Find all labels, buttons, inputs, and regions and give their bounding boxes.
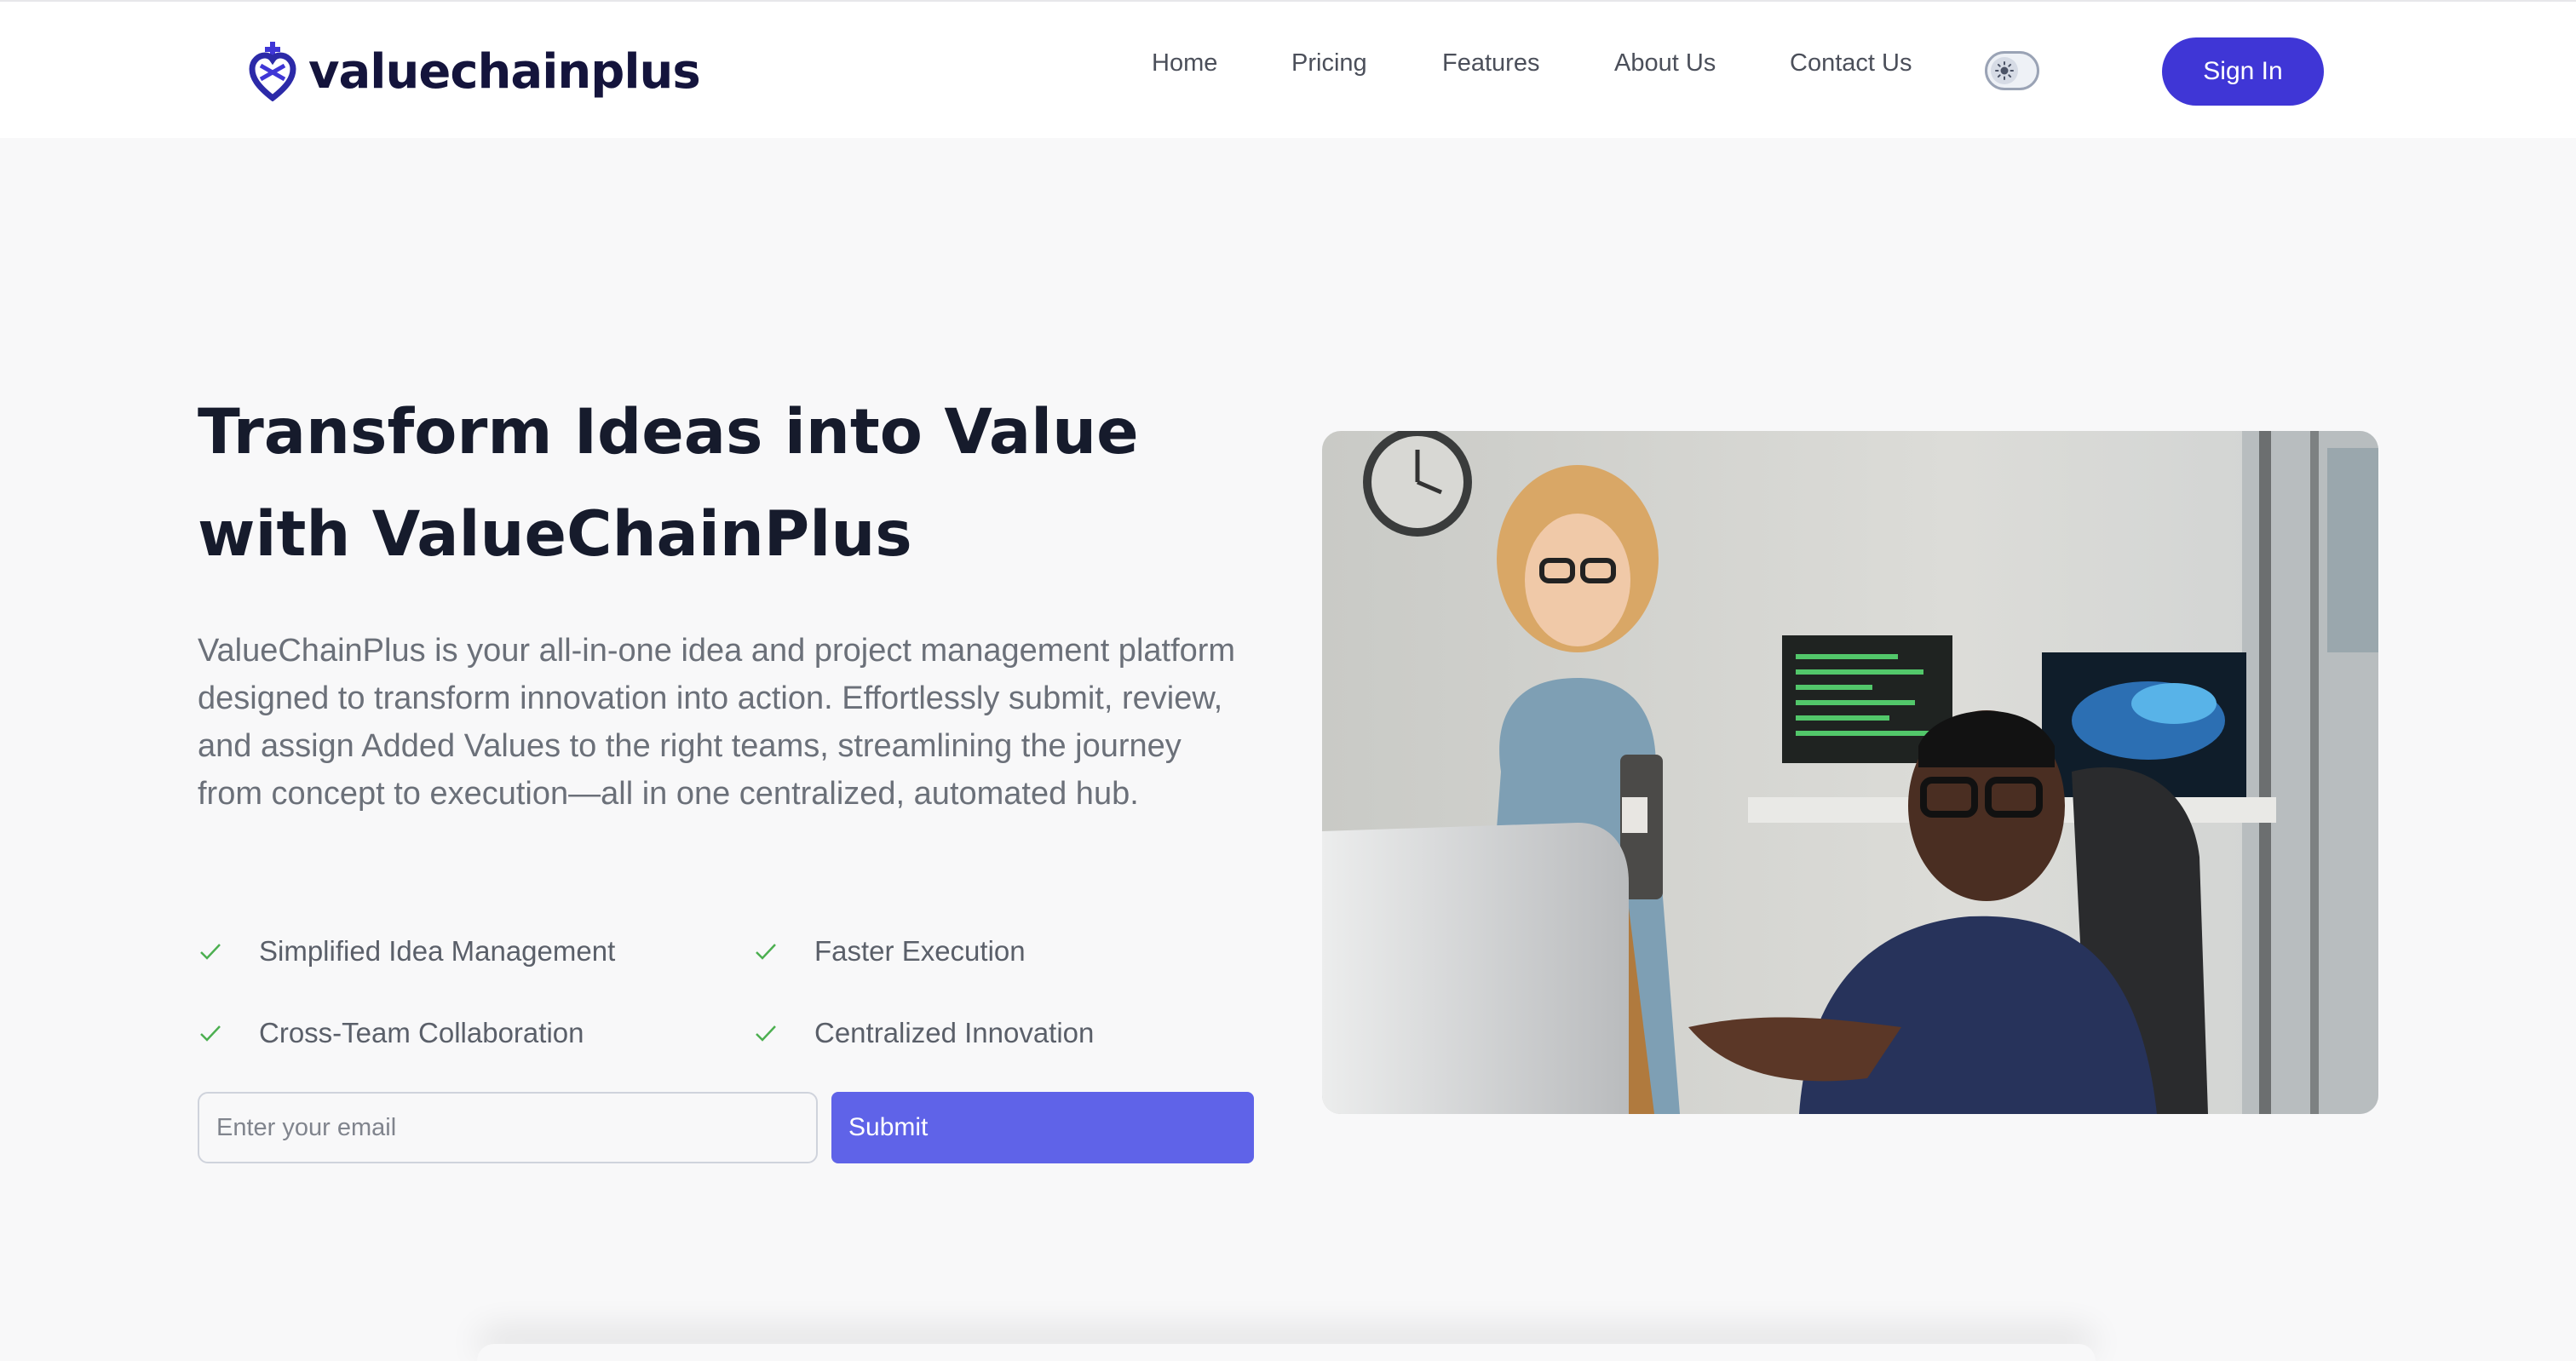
next-section-edge bbox=[477, 1344, 2096, 1361]
email-input[interactable] bbox=[198, 1092, 818, 1163]
office-photo bbox=[1322, 431, 2378, 1114]
hero-title-line-2: with ValueChainPlus bbox=[198, 498, 912, 571]
heart-cross-logo-icon bbox=[249, 42, 296, 101]
check-icon bbox=[200, 944, 221, 960]
nav-link-home[interactable]: Home bbox=[1152, 49, 1217, 78]
hero-title-line-1: Transform Ideas into Value bbox=[198, 396, 1139, 468]
brand-logo-link[interactable]: valuechainplus bbox=[249, 39, 701, 104]
check-icon bbox=[756, 1025, 776, 1042]
nav-link-features[interactable]: Features bbox=[1442, 49, 1539, 78]
sun-icon bbox=[1995, 61, 2014, 80]
feature-label: Cross-Team Collaboration bbox=[259, 1017, 584, 1048]
feature-label: Faster Execution bbox=[814, 935, 1026, 967]
hero-description: ValueChainPlus is your all-in-one idea a… bbox=[198, 633, 1236, 812]
theme-toggle-knob bbox=[1991, 57, 2018, 84]
hero-title: Transform Ideas into Value with ValueCha… bbox=[198, 382, 1220, 586]
sign-in-button[interactable]: Sign In bbox=[2162, 37, 2324, 106]
brand-name: valuechainplus bbox=[308, 43, 701, 100]
submit-button[interactable]: Submit bbox=[831, 1092, 1254, 1163]
theme-toggle[interactable] bbox=[1985, 51, 2039, 90]
nav-link-about-us[interactable]: About Us bbox=[1614, 49, 1716, 78]
feature-item: Faster Execution bbox=[753, 935, 1026, 968]
hero-image bbox=[1322, 431, 2378, 1114]
check-icon bbox=[200, 1025, 221, 1042]
top-navbar: valuechainplus Home Pricing Features Abo… bbox=[0, 0, 2576, 138]
nav-link-contact-us[interactable]: Contact Us bbox=[1790, 49, 1912, 78]
feature-item: Centralized Innovation bbox=[753, 1017, 1094, 1049]
feature-item: Cross-Team Collaboration bbox=[198, 1017, 584, 1049]
nav-link-pricing[interactable]: Pricing bbox=[1291, 49, 1367, 78]
feature-item: Simplified Idea Management bbox=[198, 935, 615, 968]
feature-label: Simplified Idea Management bbox=[259, 935, 616, 967]
feature-label: Centralized Innovation bbox=[814, 1017, 1095, 1048]
check-icon bbox=[756, 944, 776, 960]
